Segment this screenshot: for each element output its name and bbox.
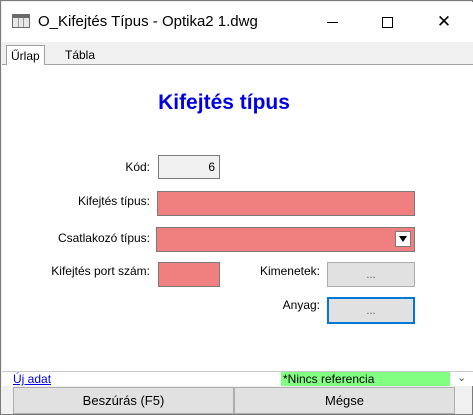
dropdown-arrow-icon (399, 236, 407, 242)
dropdown-button[interactable] (395, 231, 411, 247)
minimize-button[interactable] (309, 3, 355, 41)
application-window: O_Kifejtés Típus - Optika2 1.dwg ✕ Űrlap… (0, 0, 473, 415)
kod-label: Kód: (125, 160, 150, 174)
insert-button[interactable]: Beszúrás (F5) (13, 387, 234, 414)
tab-tabla[interactable]: Tábla (61, 45, 99, 65)
kifejtes-tipus-label: Kifejtés típus: (77, 194, 150, 208)
reference-status: *Nincs referencia (281, 372, 450, 386)
tab-urlap[interactable]: Űrlap (6, 45, 45, 66)
anyag-label: Anyag: (282, 298, 320, 312)
kifejtes-tipus-input[interactable] (157, 191, 415, 216)
maximize-button[interactable] (364, 3, 410, 41)
table-app-icon (12, 14, 30, 28)
csatlakozo-tipus-label: Csatlakozó típus: (57, 231, 150, 245)
close-icon: ✕ (436, 12, 452, 31)
kimenetek-label: Kimenetek: (259, 264, 320, 278)
close-button[interactable]: ✕ (421, 3, 467, 41)
kod-field[interactable]: 6 (158, 155, 220, 179)
anyag-button[interactable]: ... (327, 297, 415, 324)
minimize-icon (326, 21, 338, 23)
tab-strip: Űrlap Tábla (2, 42, 473, 66)
new-record-link[interactable]: Új adat (13, 372, 51, 386)
form-heading: Kifejtés típus (158, 91, 290, 114)
csatlakozo-tipus-select[interactable] (156, 227, 415, 252)
window-title: O_Kifejtés Típus - Optika2 1.dwg (38, 13, 258, 30)
chevron-down-icon[interactable]: ⌄ (457, 371, 466, 384)
kimenetek-button[interactable]: ... (327, 262, 415, 287)
port-szam-input[interactable] (158, 262, 220, 287)
port-szam-label: Kifejtés port szám: (51, 264, 150, 278)
title-bar[interactable]: O_Kifejtés Típus - Optika2 1.dwg ✕ (2, 2, 473, 42)
maximize-icon (381, 16, 393, 28)
cancel-button[interactable]: Mégse (234, 387, 455, 414)
